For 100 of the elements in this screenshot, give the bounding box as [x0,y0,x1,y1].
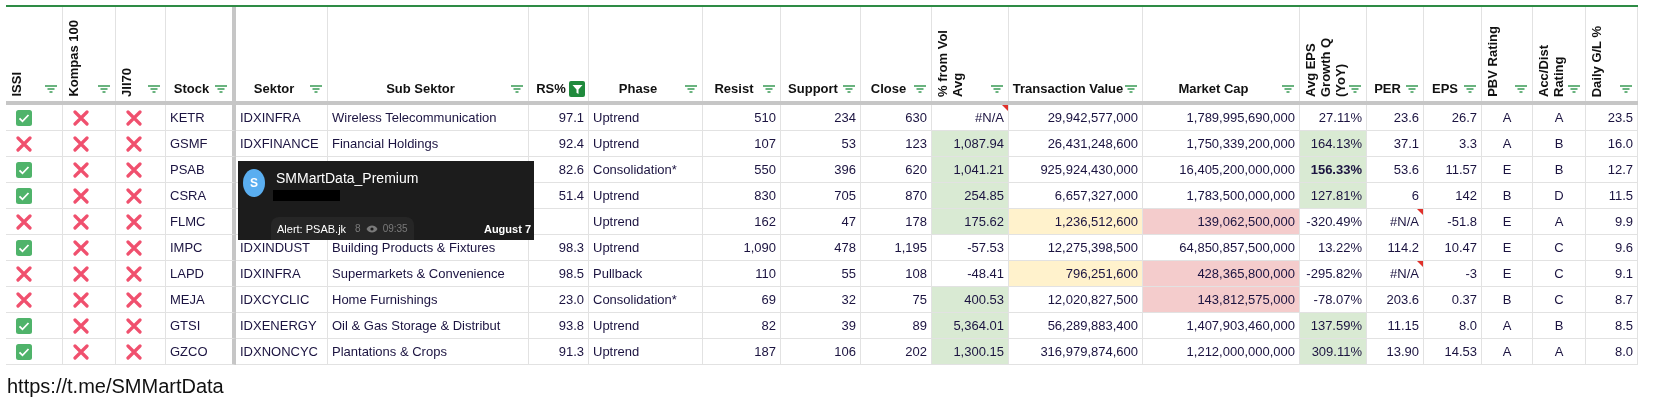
table-cell: E [1502,266,1512,281]
table-cell: 82.6 [558,162,584,177]
view-count: 8 [355,223,361,234]
filter-button[interactable] [683,82,699,96]
column-header: Sektor [253,80,295,97]
table-cell: 178 [905,214,927,229]
column-header: RS% [536,80,566,97]
column-header: Market Cap [1178,80,1249,97]
table-cell: B [1502,188,1512,203]
table-cell: -295.82% [1306,266,1362,281]
table-cell: Uptrend [593,318,640,333]
table-cell: Uptrend [593,110,640,125]
table-cell: 8.7 [1614,292,1633,307]
table-cell: 400.53 [964,292,1004,307]
table-cell: A [1502,110,1512,125]
table-cell: 1,087.94 [953,136,1004,151]
table-cell: 0.37 [1451,292,1477,307]
table-cell: 16,405,200,000,000 [1179,162,1295,177]
filter-button[interactable] [146,82,162,96]
table-cell: #N/A [1390,214,1419,229]
table-cell: 234 [834,110,856,125]
filter-button[interactable] [213,82,229,96]
table-cell: IMPC [170,240,203,255]
table-cell: 1,041.21 [953,162,1004,177]
table-cell: 11.5 [1608,188,1633,203]
table-cell: 9.9 [1614,214,1633,229]
table-cell: FLMC [170,214,206,229]
filter-button[interactable] [1462,82,1478,96]
filter-button[interactable] [1280,82,1296,96]
table-cell: 16.0 [1607,136,1633,151]
message-text: Alert: PSAB.jk [277,222,347,235]
table-cell: GSMF [170,136,208,151]
table-cell: 89 [912,318,927,333]
table-cell: 203.6 [1386,292,1419,307]
filter-button[interactable] [1347,82,1363,96]
table-cell: Oil & Gas Storage & Distribut [332,318,501,333]
table-cell: 11.57 [1445,162,1477,177]
filter-button[interactable] [1618,82,1634,96]
table-cell: 92.4 [558,136,584,151]
filter-button[interactable] [1513,82,1529,96]
table-cell: 55 [841,266,856,281]
filter-button[interactable] [509,82,525,96]
table-cell: 23.5 [1607,110,1633,125]
table-cell: C [1554,292,1564,307]
table-cell: B [1554,162,1564,177]
table-cell: 142 [1455,188,1477,203]
table-cell: 1,407,903,460,000 [1186,318,1295,333]
table-cell: 478 [834,240,856,255]
table-cell: B [1554,318,1564,333]
table-cell: 6,657,327,000 [1054,188,1138,203]
filter-button[interactable] [43,82,59,96]
filter-button[interactable] [912,82,928,96]
table-cell: 53.6 [1393,162,1419,177]
filter-active-button[interactable] [569,81,585,97]
filter-button[interactable] [96,82,112,96]
filter-button[interactable] [841,82,857,96]
table-cell: C [1554,266,1564,281]
filter-button[interactable] [1566,82,1582,96]
table-cell: 705 [834,188,856,203]
table-cell: KETR [170,110,205,125]
table-cell: 98.3 [558,240,584,255]
filter-button[interactable] [761,82,777,96]
table-cell: Supermarkets & Convenience [332,266,505,281]
table-cell: 1,789,995,690,000 [1186,110,1295,125]
table-cell: 11.15 [1387,318,1419,333]
table-cell: GZCO [170,344,208,359]
table-cell: Financial Holdings [332,136,439,151]
table-cell: 26.7 [1451,110,1477,125]
table-cell: 97.1 [558,110,584,125]
table-cell: 309.11% [1311,344,1362,359]
table-cell: 14.53 [1444,344,1477,359]
table-cell: -3 [1465,266,1477,281]
table-cell: Home Furnishings [332,292,438,307]
table-cell: 175.62 [964,214,1004,229]
table-cell: 23.0 [558,292,584,307]
table-cell: 1,236,512,600 [1054,214,1138,229]
column-header: Close [870,80,907,97]
table-cell: Building Products & Fixtures [332,240,496,255]
table-cell: 137.59% [1310,318,1362,333]
table-cell: 620 [905,162,927,177]
date-label: August 7 [483,223,531,235]
table-cell: 39 [841,318,856,333]
table-cell: #N/A [1390,266,1419,281]
table-cell: 870 [905,188,927,203]
filter-button[interactable] [1404,82,1420,96]
table-cell: 8.5 [1614,318,1633,333]
table-cell: C [1554,240,1564,255]
table-cell: 107 [754,136,776,151]
table-cell: 3.3 [1458,136,1477,151]
table-cell: IDXNONCYC [240,344,318,359]
table-cell: B [1502,292,1512,307]
filter-button[interactable] [308,82,324,96]
table-cell: A [1554,214,1564,229]
table-cell: -48.41 [967,266,1004,281]
column-header: PER [1374,80,1401,97]
column-header: Resist [714,80,754,97]
filter-button[interactable] [1123,82,1139,96]
table-cell: E [1502,162,1512,177]
table-cell: 510 [754,110,776,125]
filter-button[interactable] [989,82,1005,96]
